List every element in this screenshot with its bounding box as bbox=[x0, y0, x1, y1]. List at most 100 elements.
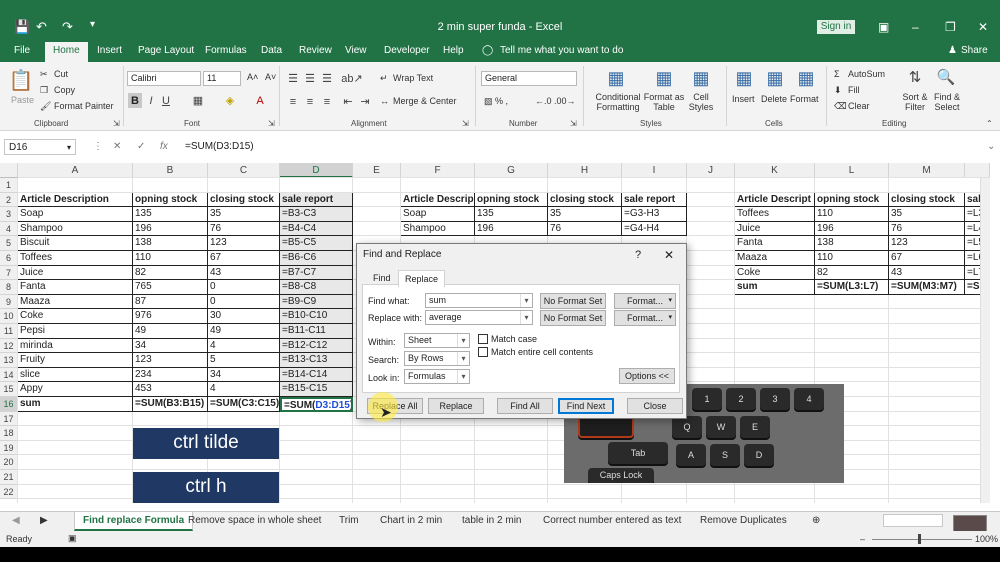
decimal-icons[interactable]: ←.0 .00→ bbox=[535, 96, 576, 106]
sort-filter-icon[interactable]: ⇅ bbox=[904, 66, 926, 88]
table-cell[interactable]: Soap bbox=[18, 207, 133, 222]
table-cell[interactable]: Coke bbox=[735, 265, 815, 281]
table-cell[interactable]: Maaza bbox=[735, 251, 815, 266]
find-next-button[interactable]: Find Next bbox=[558, 398, 614, 414]
table-cell[interactable]: Pepsi bbox=[18, 324, 133, 339]
table-cell[interactable]: 453 bbox=[133, 382, 208, 397]
table-cell[interactable]: 76 bbox=[889, 221, 965, 237]
copy-button[interactable]: Copy bbox=[54, 85, 75, 95]
sheet-tab[interactable]: Trim bbox=[339, 515, 359, 526]
sheet-tab[interactable]: Correct number entered as text bbox=[543, 515, 681, 526]
table-cell[interactable]: Toffees bbox=[18, 251, 133, 266]
table-cell[interactable]: 43 bbox=[889, 265, 965, 281]
tab-review[interactable]: Review bbox=[299, 45, 332, 56]
match-case-checkbox[interactable] bbox=[478, 334, 488, 344]
align-center-icon[interactable]: ≡ bbox=[302, 94, 318, 109]
tab-view[interactable]: View bbox=[345, 45, 367, 56]
table-cell[interactable]: Soap bbox=[401, 207, 475, 222]
horizontal-scrollbar[interactable] bbox=[883, 514, 943, 527]
table-cell[interactable]: =B8-C8 bbox=[280, 280, 353, 295]
expand-formula-icon[interactable]: ⌄ bbox=[987, 141, 995, 152]
column-header-f[interactable]: F bbox=[401, 163, 475, 178]
italic-icon[interactable]: I bbox=[145, 93, 157, 108]
table-cell[interactable]: =G4-H4 bbox=[622, 221, 687, 237]
font-name-select[interactable]: Calibri bbox=[127, 71, 201, 86]
table-header[interactable]: closing stock bbox=[889, 192, 965, 208]
table-cell[interactable]: Juice bbox=[18, 265, 133, 281]
table-cell[interactable]: =B15-C15 bbox=[280, 382, 353, 397]
sum-label-cell[interactable]: sum bbox=[735, 280, 815, 295]
column-header-d[interactable]: D bbox=[280, 163, 353, 178]
table-cell[interactable]: =B9-C9 bbox=[280, 294, 353, 310]
chevron-down-icon[interactable]: ▾ bbox=[457, 334, 469, 347]
table-cell[interactable]: Maaza bbox=[18, 294, 133, 310]
sheet-tab[interactable]: Remove Duplicates bbox=[700, 515, 787, 526]
sort-filter-button[interactable]: Sort & Filter bbox=[898, 92, 932, 112]
table-cell[interactable]: Coke bbox=[18, 309, 133, 324]
merge-center-button[interactable]: Merge & Center bbox=[393, 96, 457, 106]
shrink-font-icon[interactable]: A˅ bbox=[265, 72, 276, 82]
find-select-button[interactable]: Find & Select bbox=[929, 92, 965, 112]
formula-input[interactable]: =SUM(D3:D15) bbox=[185, 141, 254, 152]
column-header-j[interactable]: J bbox=[687, 163, 735, 178]
table-cell[interactable]: 135 bbox=[133, 207, 208, 222]
replace-format-button[interactable]: Format... ▾ bbox=[614, 310, 676, 326]
column-header-a[interactable]: A bbox=[18, 163, 133, 178]
find-no-format-button[interactable]: No Format Set bbox=[540, 293, 606, 309]
table-cell[interactable]: 5 bbox=[208, 353, 280, 368]
tab-page-layout[interactable]: Page Layout bbox=[138, 45, 194, 56]
table-cell[interactable]: 35 bbox=[889, 207, 965, 222]
borders-icon[interactable]: ▦ bbox=[190, 93, 206, 108]
row-header-21[interactable]: 21 bbox=[0, 470, 18, 485]
font-color-icon[interactable]: A bbox=[252, 93, 268, 108]
ribbon-display-icon[interactable]: ▣ bbox=[878, 20, 889, 34]
conditional-formatting-button[interactable]: Conditional Formatting bbox=[592, 92, 644, 112]
close-button[interactable]: Close bbox=[627, 398, 683, 414]
table-cell[interactable]: Fruity bbox=[18, 353, 133, 368]
find-all-button[interactable]: Find All bbox=[497, 398, 553, 414]
table-cell[interactable]: =B7-C7 bbox=[280, 265, 353, 281]
fill-color-icon[interactable]: ◈ bbox=[222, 93, 238, 108]
row-header-11[interactable]: 11 bbox=[0, 324, 18, 339]
cancel-icon[interactable]: ✕ bbox=[113, 141, 121, 152]
table-cell[interactable]: =B11-C11 bbox=[280, 324, 353, 339]
find-format-button[interactable]: Format... ▾ bbox=[614, 293, 676, 309]
find-what-input[interactable]: sum ▾ bbox=[425, 293, 533, 308]
table-cell[interactable]: 110 bbox=[133, 251, 208, 266]
tab-replace[interactable]: Replace bbox=[398, 270, 446, 287]
delete-cells-icon[interactable]: ▦ bbox=[763, 66, 787, 90]
find-select-icon[interactable]: 🔍 bbox=[935, 66, 957, 88]
column-header-i[interactable]: I bbox=[622, 163, 687, 178]
row-header-5[interactable]: 5 bbox=[0, 236, 18, 251]
table-cell[interactable]: Appy bbox=[18, 382, 133, 397]
table-cell[interactable]: slice bbox=[18, 367, 133, 383]
new-sheet-icon[interactable]: ⊕ bbox=[812, 515, 820, 526]
table-cell[interactable]: Shampoo bbox=[401, 221, 475, 237]
row-header-13[interactable]: 13 bbox=[0, 353, 18, 368]
search-select[interactable]: By Rows ▾ bbox=[404, 351, 470, 366]
conditional-formatting-icon[interactable]: ▦ bbox=[604, 66, 628, 90]
table-cell[interactable]: 196 bbox=[133, 221, 208, 237]
table-cell[interactable]: =B6-C6 bbox=[280, 251, 353, 266]
row-header-6[interactable]: 6 bbox=[0, 251, 18, 266]
table-cell[interactable]: 0 bbox=[208, 280, 280, 295]
scroll-left-icon[interactable]: ◀ bbox=[12, 515, 20, 526]
insert-cells-icon[interactable]: ▦ bbox=[732, 66, 756, 90]
table-header[interactable]: closing stock bbox=[208, 192, 280, 208]
active-cell-d16[interactable]: =SUM(D3:D15) bbox=[280, 397, 353, 412]
sum-cell[interactable]: =SUM(B3:B15) bbox=[133, 397, 208, 412]
row-header-8[interactable]: 8 bbox=[0, 280, 18, 295]
chevron-down-icon[interactable]: ▾ bbox=[668, 294, 672, 308]
chevron-down-icon[interactable]: ▾ bbox=[457, 370, 469, 383]
tab-formulas[interactable]: Formulas bbox=[205, 45, 247, 56]
table-cell[interactable]: 35 bbox=[208, 207, 280, 222]
chevron-down-icon[interactable]: ▾ bbox=[520, 294, 532, 307]
look-in-select[interactable]: Formulas ▾ bbox=[404, 369, 470, 384]
fill-icon[interactable]: ⬇ bbox=[834, 85, 842, 96]
share-icon[interactable]: ♟ bbox=[948, 45, 957, 56]
table-header[interactable]: sale report bbox=[622, 192, 687, 208]
table-cell[interactable]: 123 bbox=[208, 236, 280, 251]
dialog-close-icon[interactable]: ✕ bbox=[664, 248, 674, 262]
table-cell[interactable]: 4 bbox=[208, 382, 280, 397]
insert-function-icon[interactable]: fx bbox=[160, 141, 168, 152]
